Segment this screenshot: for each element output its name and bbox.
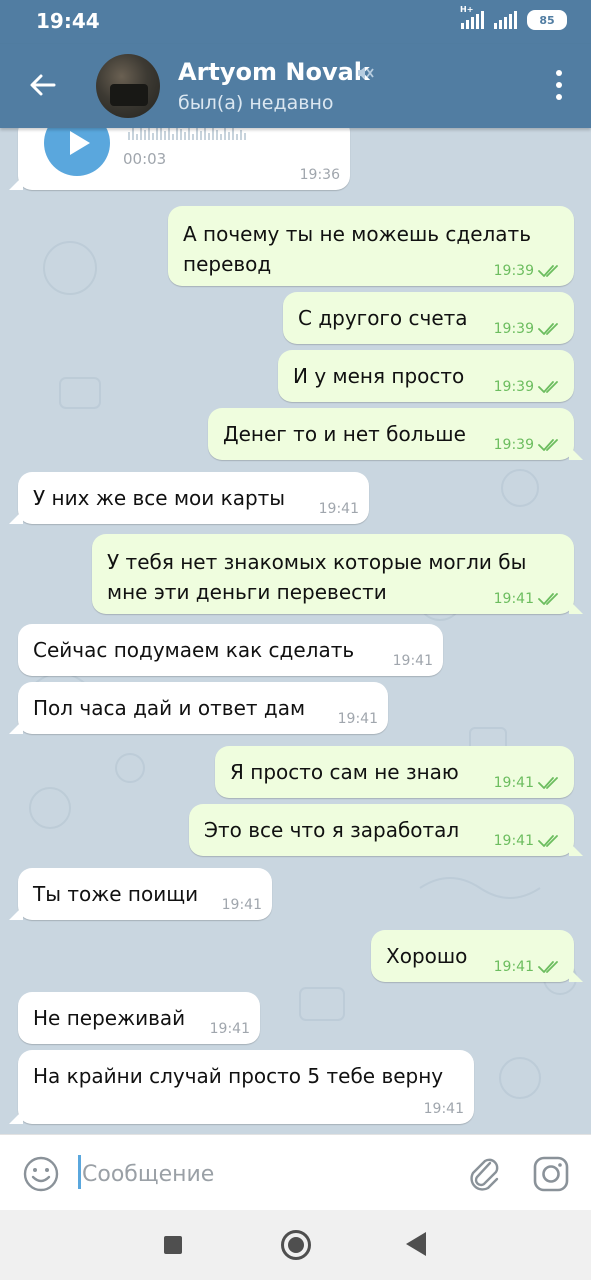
message-bubble-outgoing[interactable]: Это все что я заработал 19:41 (189, 804, 574, 856)
message-bubble-outgoing[interactable]: Хорошо 19:41 (371, 930, 574, 982)
arrow-left-icon[interactable] (26, 68, 60, 102)
status-time: 19:44 (36, 9, 100, 33)
message-bubble-incoming[interactable]: Ты тоже поищи 19:41 (18, 868, 272, 920)
message-text: У них же все мои карты (33, 486, 286, 510)
home-icon[interactable] (281, 1230, 311, 1260)
message-bubble-incoming[interactable]: У них же все мои карты 19:41 (18, 472, 369, 524)
battery-level: 85 (539, 13, 555, 27)
voice-duration: 00:03 (123, 150, 167, 168)
contact-name[interactable]: Artyom Novak (178, 58, 370, 86)
message-text: А почему ты не можешь сделать перевод (183, 222, 531, 276)
message-meta: 19:39 (494, 437, 564, 453)
message-input[interactable] (80, 1153, 454, 1195)
status-bar: 19:44 H+ 85 (0, 0, 591, 44)
muted-speaker-icon (358, 67, 374, 79)
double-check-icon (538, 777, 558, 789)
message-text: Это все что я заработал (204, 818, 460, 842)
message-meta: 19:41 (423, 1101, 464, 1117)
message-bubble-outgoing[interactable]: И у меня просто 19:39 (278, 350, 574, 402)
message-bubble-incoming[interactable]: На крайни случай просто 5 тебе верну 19:… (18, 1050, 474, 1124)
message-bubble-outgoing[interactable]: С другого счета 19:39 (283, 292, 574, 344)
message-bubble-outgoing[interactable]: Денег то и нет больше 19:39 (208, 408, 574, 460)
paperclip-icon[interactable] (466, 1153, 502, 1193)
message-text: На крайни случай просто 5 тебе верну (33, 1064, 444, 1088)
status-icons: H+ 85 (460, 5, 567, 30)
message-bubble-incoming[interactable]: Пол часа дай и ответ дам 19:41 (18, 682, 388, 734)
message-meta: 19:41 (209, 1021, 250, 1037)
message-meta: 19:39 (494, 379, 564, 395)
play-button[interactable] (44, 128, 110, 176)
instagram-camera-icon[interactable] (532, 1155, 570, 1193)
contact-status: был(а) недавно (178, 92, 334, 114)
message-text: Хорошо (386, 944, 468, 968)
message-text: С другого счета (298, 306, 468, 330)
message-text: Ты тоже поищи (33, 882, 199, 906)
cell-signal-icon: H+ (460, 5, 484, 29)
message-input-bar (0, 1134, 591, 1211)
message-text: Я просто сам не знаю (230, 760, 459, 784)
message-bubble-outgoing[interactable]: А почему ты не можешь сделать перевод 19… (168, 206, 574, 286)
network-type-label: H+ (460, 5, 474, 14)
message-text: У тебя нет знакомых которые могли бы мне… (107, 550, 527, 604)
system-nav-bar (0, 1210, 591, 1280)
message-meta: 19:41 (494, 591, 564, 607)
message-meta: 19:41 (318, 501, 359, 517)
message-text: Не переживай (33, 1006, 186, 1030)
double-check-icon (538, 381, 558, 393)
battery-icon: 85 (527, 10, 567, 30)
double-check-icon (538, 323, 558, 335)
double-check-icon (538, 439, 558, 451)
message-meta: 19:41 (337, 711, 378, 727)
double-check-icon (538, 961, 558, 973)
smile-icon[interactable] (22, 1155, 60, 1193)
message-text: Пол часа дай и ответ дам (33, 696, 306, 720)
voice-waveform[interactable] (128, 128, 328, 140)
cell-signal-2-icon (494, 11, 517, 29)
message-text: И у меня просто (293, 364, 465, 388)
message-bubble-outgoing[interactable]: Я просто сам не знаю 19:41 (215, 746, 574, 798)
message-bubble-incoming[interactable]: Сейчас подумаем как сделать 19:41 (18, 624, 443, 676)
chat-header: Artyom Novak был(а) недавно (0, 44, 591, 128)
message-time: 19:36 (299, 167, 340, 183)
double-check-icon (538, 593, 558, 605)
message-meta: 19:41 (392, 653, 433, 669)
message-text: Денег то и нет больше (223, 422, 466, 446)
back-triangle-icon[interactable] (406, 1232, 426, 1256)
message-meta: 19:39 (494, 263, 564, 279)
message-text: Сейчас подумаем как сделать (33, 638, 355, 662)
message-meta: 19:41 (494, 775, 564, 791)
message-meta: 19:41 (494, 833, 564, 849)
message-bubble-incoming[interactable]: Не переживай 19:41 (18, 992, 260, 1044)
more-vertical-icon[interactable] (555, 70, 563, 100)
message-meta: 19:41 (494, 959, 564, 975)
voice-message[interactable]: 00:03 19:36 (18, 128, 350, 190)
message-meta: 19:39 (494, 321, 564, 337)
avatar[interactable] (96, 54, 160, 118)
message-meta: 19:41 (221, 897, 262, 913)
double-check-icon (538, 265, 558, 277)
recents-icon[interactable] (164, 1236, 182, 1254)
double-check-icon (538, 835, 558, 847)
message-bubble-outgoing[interactable]: У тебя нет знакомых которые могли бы мне… (92, 534, 574, 614)
chat-area[interactable]: 00:03 19:36 А почему ты не можешь сделат… (0, 128, 591, 1134)
